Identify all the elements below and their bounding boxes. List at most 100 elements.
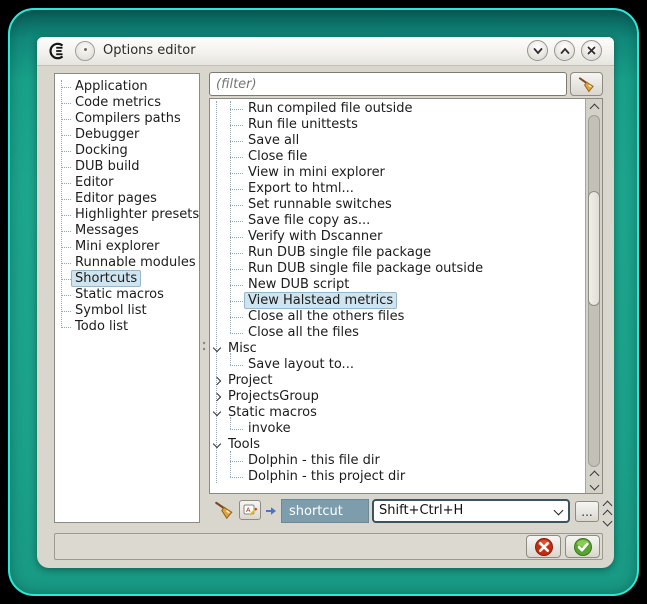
tree-item-tools[interactable]: Tools [210, 437, 584, 453]
sidebar-item-symbol-list[interactable]: Symbol list [55, 303, 199, 319]
sidebar-item-todo-list[interactable]: Todo list [55, 319, 199, 335]
splitter-grip-icon [203, 341, 206, 353]
tree-item-run-compiled-file-outside[interactable]: Run compiled file outside [210, 101, 584, 117]
tree-connector [230, 461, 243, 462]
tree-item-view-halstead-metrics[interactable]: View Halstead metrics [210, 293, 584, 309]
sidebar-item-editor-pages[interactable]: Editor pages [55, 191, 199, 207]
collapse-icon[interactable] [213, 344, 221, 352]
tree-item-set-runnable-switches[interactable]: Set runnable switches [210, 197, 584, 213]
tree-group-label: ProjectsGroup [228, 389, 319, 405]
expand-icon[interactable] [213, 377, 221, 385]
tree-item-close-file[interactable]: Close file [210, 149, 584, 165]
scroll-down-icon[interactable] [603, 517, 613, 527]
sidebar-item-mini-explorer[interactable]: Mini explorer [55, 239, 199, 255]
tree-item-label: Dolphin - this file dir [248, 453, 380, 469]
tree-item-label: View in mini explorer [248, 165, 385, 181]
tree-connector [230, 269, 243, 270]
scrollbar-thumb[interactable] [588, 191, 600, 306]
collapse-icon[interactable] [213, 440, 221, 448]
tree-item-save-file-copy-as[interactable]: Save file copy as... [210, 213, 584, 229]
tree-connector [61, 199, 71, 200]
tree-connector [61, 151, 71, 152]
tree-connector [230, 109, 243, 110]
collapse-icon[interactable] [213, 408, 221, 416]
tree-connector [61, 119, 71, 120]
property-name-cell[interactable]: shortcut [281, 499, 369, 523]
sidebar-item-docking[interactable]: Docking [55, 143, 199, 159]
tree-item-view-in-mini-explorer[interactable]: View in mini explorer [210, 165, 584, 181]
tree-item-project[interactable]: Project [210, 373, 584, 389]
window-menu-icon[interactable] [75, 41, 95, 61]
sidebar-item-application[interactable]: Application [55, 79, 199, 95]
sidebar-item-compilers-paths[interactable]: Compilers paths [55, 111, 199, 127]
tree-item-save-all[interactable]: Save all [210, 133, 584, 149]
tree-item-close-all-the-files[interactable]: Close all the files [210, 325, 584, 341]
window-frame: Options editor [8, 8, 639, 596]
expand-icon[interactable] [213, 393, 221, 401]
titlebar[interactable]: Options editor [37, 37, 614, 66]
sidebar-item-code-metrics[interactable]: Code metrics [55, 95, 199, 111]
sidebar-item-label: Runnable modules [75, 255, 196, 271]
sidebar-item-label: Mini explorer [75, 239, 160, 255]
scroll-up-icon[interactable] [590, 104, 600, 114]
tree-connector [230, 237, 243, 238]
tree-item-dolphin-this-project-dir[interactable]: Dolphin - this project dir [210, 469, 584, 485]
tree-item-label: Set runnable switches [248, 197, 392, 213]
tree-item-run-file-unittests[interactable]: Run file unittests [210, 117, 584, 133]
panel-splitter[interactable] [200, 73, 209, 523]
tree-item-static-macros[interactable]: Static macros [210, 405, 584, 421]
scroll-down-icon[interactable] [590, 481, 600, 491]
edit-value-icon: A [242, 502, 258, 518]
sidebar-item-editor[interactable]: Editor [55, 175, 199, 191]
sidebar-item-label: Application [75, 79, 148, 95]
tree-item-label: Close all the files [248, 325, 359, 341]
scroll-up-icon[interactable] [590, 471, 600, 481]
shortcut-property-editor: A shortcut Shift+Ctrl+H ... [209, 497, 603, 525]
sidebar-item-runnable-modules[interactable]: Runnable modules [55, 255, 199, 271]
sidebar-item-messages[interactable]: Messages [55, 223, 199, 239]
tree-connector [61, 327, 71, 328]
sidebar-item-label: Messages [75, 223, 139, 239]
tree-item-misc[interactable]: Misc [210, 341, 584, 357]
broom-icon[interactable] [213, 499, 235, 521]
property-grid-scrollbar[interactable] [601, 498, 614, 524]
maximize-button[interactable] [554, 40, 575, 61]
filter-input[interactable] [209, 72, 567, 96]
clear-filter-button[interactable] [570, 72, 603, 96]
sidebar-item-static-macros[interactable]: Static macros [55, 287, 199, 303]
sidebar-item-label: Docking [75, 143, 128, 159]
tree-connector [230, 157, 243, 158]
tree-item-save-layout-to[interactable]: Save layout to... [210, 357, 584, 373]
tree-item-new-dub-script[interactable]: New DUB script [210, 277, 584, 293]
tree-item-run-dub-single-file-package[interactable]: Run DUB single file package [210, 245, 584, 261]
tree-item-close-all-the-others-files[interactable]: Close all the others files [210, 309, 584, 325]
more-button[interactable]: ... [575, 501, 599, 522]
tree-connector [230, 317, 243, 318]
accept-button[interactable] [565, 535, 600, 558]
tree-item-export-to-html[interactable]: Export to html... [210, 181, 584, 197]
tree-scrollbar[interactable] [585, 99, 602, 493]
sidebar-item-label: Shortcuts [71, 270, 141, 287]
sidebar-item-debugger[interactable]: Debugger [55, 127, 199, 143]
tree-item-verify-with-dscanner[interactable]: Verify with Dscanner [210, 229, 584, 245]
edit-value-button[interactable]: A [239, 500, 261, 520]
tree-item-dolphin-this-file-dir[interactable]: Dolphin - this file dir [210, 453, 584, 469]
tree-connector [61, 231, 71, 232]
tree-connector [61, 295, 71, 296]
options-editor-window: Options editor [37, 37, 614, 568]
broom-icon [577, 75, 596, 94]
tree-item-invoke[interactable]: invoke [210, 421, 584, 437]
sidebar-item-shortcuts[interactable]: Shortcuts [55, 271, 199, 287]
sidebar-item-dub-build[interactable]: DUB build [55, 159, 199, 175]
tree-item-run-dub-single-file-package-outside[interactable]: Run DUB single file package outside [210, 261, 584, 277]
sidebar-item-label: Compilers paths [75, 111, 181, 127]
sidebar-item-label: Debugger [75, 127, 139, 143]
minimize-button[interactable] [527, 40, 548, 61]
tree-connector [230, 205, 243, 206]
sidebar-item-highlighter-presets[interactable]: Highlighter presets [55, 207, 199, 223]
close-button[interactable] [581, 40, 602, 61]
sidebar-item-label: DUB build [75, 159, 140, 175]
shortcut-value-combobox[interactable]: Shift+Ctrl+H [372, 499, 570, 523]
cancel-button[interactable] [526, 535, 561, 558]
tree-item-projectsgroup[interactable]: ProjectsGroup [210, 389, 584, 405]
